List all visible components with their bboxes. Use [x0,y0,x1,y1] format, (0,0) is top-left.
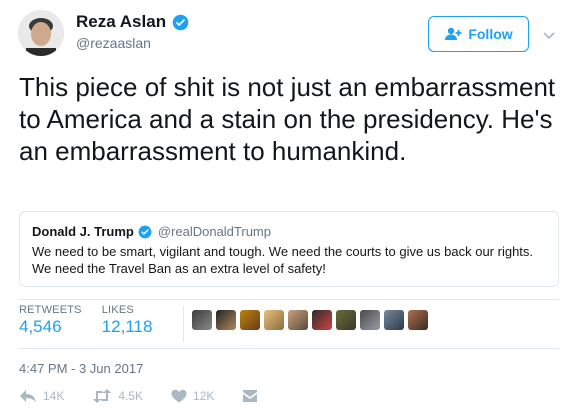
tweet-card: Reza Aslan @rezaaslan Follow This piece … [0,0,575,414]
likes-stat[interactable]: LIKES 12,118 [102,304,153,337]
quoted-tweet-header: Donald J. Trump @realDonaldTrump [32,224,546,239]
liker-avatar[interactable] [192,310,212,330]
liker-avatar[interactable] [288,310,308,330]
reply-button[interactable]: 14K [19,389,64,403]
quoted-author-name: Donald J. Trump [32,224,134,239]
liker-avatar[interactable] [384,310,404,330]
quoted-author-handle: @realDonaldTrump [157,224,271,239]
divider [183,306,184,342]
quoted-tweet-text: We need to be smart, vigilant and tough.… [32,244,534,276]
heart-icon [171,389,187,403]
tweet-timestamp[interactable]: 4:47 PM - 3 Jun 2017 [19,361,143,376]
likes-count: 12,118 [101,317,153,336]
like-button[interactable]: 12K [171,389,214,403]
reply-icon [19,389,37,403]
follow-person-icon [444,27,462,41]
retweet-count: 4.5K [118,389,144,403]
follow-button[interactable]: Follow [428,16,529,52]
retweets-stat[interactable]: RETWEETS 4,546 [19,304,82,337]
liker-avatar[interactable] [216,310,236,330]
liker-avatar[interactable] [312,310,332,330]
author-handle[interactable]: @rezaaslan [76,35,151,51]
author-display-name[interactable]: Reza Aslan [76,12,166,32]
liker-avatar[interactable] [360,310,380,330]
quoted-tweet[interactable]: Donald J. Trump @realDonaldTrump We need… [19,211,559,287]
liker-avatars [192,310,428,330]
verified-badge-icon [138,225,152,239]
retweet-button[interactable]: 4.5K [92,389,143,403]
direct-message-icon [242,389,258,403]
like-count: 12K [193,389,215,403]
retweets-count: 4,546 [19,317,62,336]
follow-button-label: Follow [468,26,513,42]
retweets-label: RETWEETS [19,304,82,316]
tweet-text: This piece of shit is not just an embarr… [19,72,556,166]
author-name-row: Reza Aslan [76,12,189,32]
liker-avatar[interactable] [408,310,428,330]
tweet-actions: 14K 4.5K 12K [19,389,286,403]
chevron-down-icon[interactable] [543,27,555,40]
verified-badge-icon [172,14,189,31]
retweet-icon [92,389,112,403]
liker-avatar[interactable] [240,310,260,330]
author-avatar[interactable] [18,10,64,56]
divider [19,348,559,349]
liker-avatar[interactable] [336,310,356,330]
divider [19,299,559,300]
liker-avatar[interactable] [264,310,284,330]
engagement-stats: RETWEETS 4,546 LIKES 12,118 [19,304,184,344]
direct-message-button[interactable] [242,389,258,403]
reply-count: 14K [43,389,65,403]
likes-label: LIKES [101,304,134,316]
